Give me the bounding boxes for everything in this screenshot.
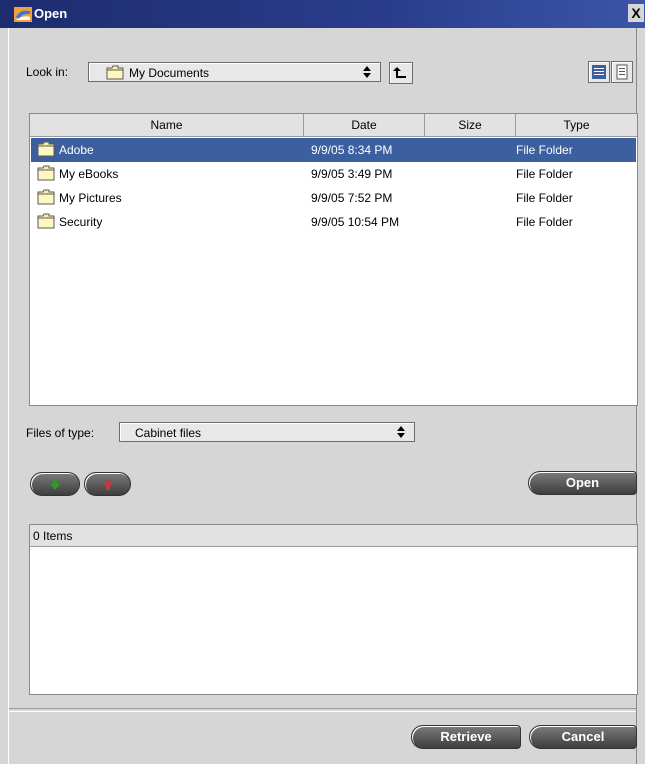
- details-view-button[interactable]: [611, 61, 633, 83]
- file-date: 9/9/05 10:54 PM: [311, 215, 400, 229]
- file-date: 9/9/05 8:34 PM: [311, 143, 393, 157]
- file-date: 9/9/05 7:52 PM: [311, 191, 393, 205]
- table-row[interactable]: My eBooks 9/9/05 3:49 PM File Folder: [31, 162, 636, 186]
- file-name: My eBooks: [59, 167, 119, 181]
- files-of-type-value: Cabinet files: [135, 426, 202, 440]
- file-type: File Folder: [516, 167, 573, 181]
- divider: [9, 708, 636, 712]
- add-down-arrow-icon: [50, 479, 60, 490]
- column-date[interactable]: Date: [304, 114, 425, 136]
- title-bar: Open X: [0, 0, 645, 28]
- list-view-icon: [592, 65, 606, 79]
- folder-icon: [37, 165, 55, 181]
- column-name[interactable]: Name: [30, 114, 304, 136]
- column-type[interactable]: Type: [516, 114, 637, 136]
- look-in-dropdown[interactable]: My Documents: [88, 62, 381, 82]
- file-name: Adobe: [59, 143, 94, 157]
- file-list[interactable]: Name Date Size Type Adobe 9/9/05 8:34 PM…: [29, 113, 638, 406]
- folder-icon: [37, 141, 55, 157]
- close-button[interactable]: X: [628, 4, 644, 22]
- table-row[interactable]: Security 9/9/05 10:54 PM File Folder: [31, 210, 636, 234]
- file-type: File Folder: [516, 191, 573, 205]
- list-view-button[interactable]: [588, 61, 610, 83]
- chevron-updown-icon: [363, 66, 371, 78]
- look-in-label: Look in:: [26, 65, 69, 79]
- retrieve-button[interactable]: Retrieve: [411, 725, 521, 749]
- up-folder-icon: [393, 67, 406, 78]
- file-type: File Folder: [516, 215, 573, 229]
- remove-up-arrow-icon: [102, 479, 113, 490]
- file-name: Security: [59, 215, 103, 229]
- folder-icon: [37, 213, 55, 229]
- file-list-header: Name Date Size Type: [30, 114, 637, 137]
- file-type: File Folder: [516, 143, 573, 157]
- app-logo-icon: [14, 7, 32, 22]
- files-of-type-dropdown[interactable]: Cabinet files: [119, 422, 415, 442]
- items-panel: 0 Items: [29, 524, 638, 695]
- cancel-button[interactable]: Cancel: [529, 725, 637, 749]
- chevron-updown-icon: [397, 426, 405, 438]
- table-row[interactable]: My Pictures 9/9/05 7:52 PM File Folder: [31, 186, 636, 210]
- add-button[interactable]: [30, 472, 80, 496]
- window-title: Open: [34, 6, 68, 21]
- files-of-type-label: Files of type:: [26, 426, 95, 440]
- file-date: 9/9/05 3:49 PM: [311, 167, 393, 181]
- remove-button[interactable]: [84, 472, 131, 496]
- details-view-icon: [616, 64, 628, 80]
- file-name: My Pictures: [59, 191, 122, 205]
- folder-icon: [37, 189, 55, 205]
- column-size[interactable]: Size: [425, 114, 516, 136]
- table-row[interactable]: Adobe 9/9/05 8:34 PM File Folder: [31, 138, 636, 162]
- open-button[interactable]: Open: [528, 471, 637, 495]
- up-folder-button[interactable]: [389, 62, 413, 84]
- items-count: 0 Items: [30, 525, 637, 547]
- close-icon: X: [631, 5, 641, 21]
- look-in-value: My Documents: [129, 66, 210, 80]
- folder-icon: [106, 65, 124, 80]
